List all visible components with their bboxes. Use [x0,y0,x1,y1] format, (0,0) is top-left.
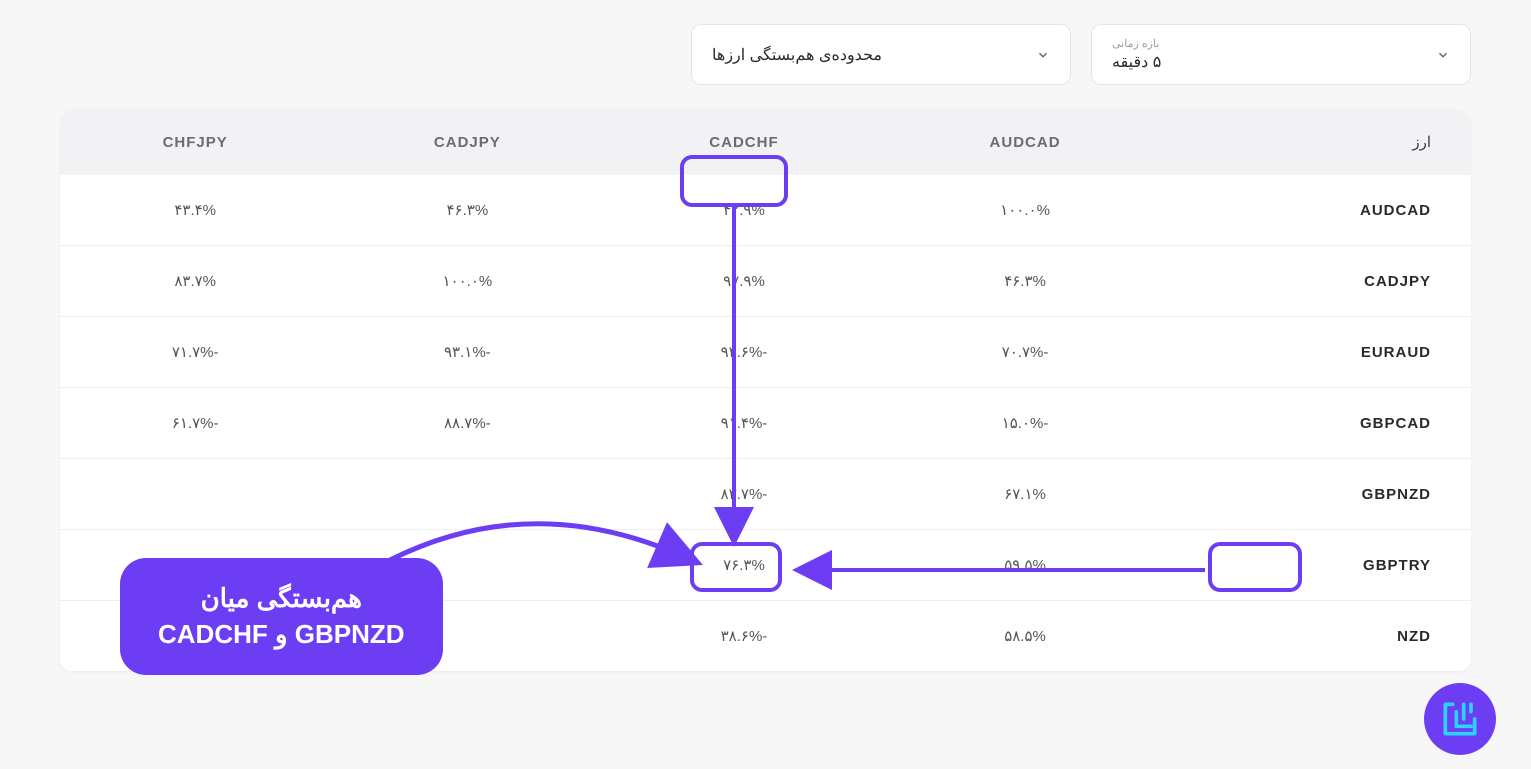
filter-bar: بازه زمانی ۵ دقیقه محدوده‌ی هم‌بستگی ارز… [0,0,1531,109]
cell-value [330,601,604,672]
cell-value: -۳۸.۶% [604,601,883,672]
chevron-down-icon [1036,48,1050,62]
cell-value: ۸۳.۷% [60,246,330,317]
table-row: EURAUD-۷۰.۷%-۹۲.۶%-۹۳.۱%-۷۱.۷% [60,317,1471,388]
cell-value: -۸۳.۷% [604,459,883,530]
col-header[interactable]: CADCHF [604,109,883,175]
cell-value [330,459,604,530]
row-name[interactable]: NZD [1166,601,1471,672]
cell-value [60,459,330,530]
row-name[interactable]: GBPCAD [1166,388,1471,459]
table-row: NZD۵۸.۵%-۳۸.۶% [60,601,1471,672]
cell-value: -۶۱.۷% [60,388,330,459]
chevron-down-icon [1436,48,1450,62]
correlation-table: ارز AUDCAD CADCHF CADJPY CHFJPY AUDCAD۱۰… [60,109,1471,672]
logo-icon [1438,697,1482,741]
col-header[interactable]: AUDCAD [884,109,1167,175]
cell-value: ۴۶.۳% [330,175,604,246]
row-name[interactable]: AUDCAD [1166,175,1471,246]
cell-value: -۱۵.۰% [884,388,1167,459]
row-header-label: ارز [1166,109,1471,175]
row-name[interactable]: GBPTRY [1166,530,1471,601]
cell-value [60,530,330,601]
cell-value: ۱۰۰.۰% [330,246,604,317]
table-row: CADJPY۴۶.۳%۹۷.۹%۱۰۰.۰%۸۳.۷% [60,246,1471,317]
row-name[interactable]: EURAUD [1166,317,1471,388]
timeframe-dropdown[interactable]: بازه زمانی ۵ دقیقه [1091,24,1471,85]
cell-value: ۴۶.۳% [884,246,1167,317]
row-name[interactable]: CADJPY [1166,246,1471,317]
cell-value [330,530,604,601]
cell-value: -۷۰.۷% [884,317,1167,388]
cell-value: ۹۷.۹% [604,246,883,317]
col-header[interactable]: CADJPY [330,109,604,175]
cell-value: ۴۳.۴% [60,175,330,246]
cell-value: -۹۱.۴% [604,388,883,459]
cell-value: -۷۱.۷% [60,317,330,388]
cell-value: ۵۹.۵% [884,530,1167,601]
cell-value: ۵۸.۵% [884,601,1167,672]
cell-value: -۸۸.۷% [330,388,604,459]
row-name[interactable]: GBPNZD [1166,459,1471,530]
brand-logo [1424,683,1496,755]
cell-value: ۷۶.۳% [604,530,883,601]
cell-value: ۴۲.۹% [604,175,883,246]
cell-value: ۱۰۰.۰% [884,175,1167,246]
cell-value: -۹۲.۶% [604,317,883,388]
table-row: GBPTRY۵۹.۵%۷۶.۳% [60,530,1471,601]
cell-value [60,601,330,672]
col-header[interactable]: CHFJPY [60,109,330,175]
table-row: GBPNZD۶۷.۱%-۸۳.۷% [60,459,1471,530]
cell-value: -۹۳.۱% [330,317,604,388]
timeframe-label: بازه زمانی [1112,37,1159,50]
range-dropdown[interactable]: محدوده‌ی هم‌بستگی ارزها [691,24,1071,85]
table-header-row: ارز AUDCAD CADCHF CADJPY CHFJPY [60,109,1471,175]
cell-value: ۶۷.۱% [884,459,1167,530]
table-row: GBPCAD-۱۵.۰%-۹۱.۴%-۸۸.۷%-۶۱.۷% [60,388,1471,459]
table-row: AUDCAD۱۰۰.۰%۴۲.۹%۴۶.۳%۴۳.۴% [60,175,1471,246]
timeframe-value: ۵ دقیقه [1112,52,1161,72]
range-value: محدوده‌ی هم‌بستگی ارزها [712,45,882,65]
